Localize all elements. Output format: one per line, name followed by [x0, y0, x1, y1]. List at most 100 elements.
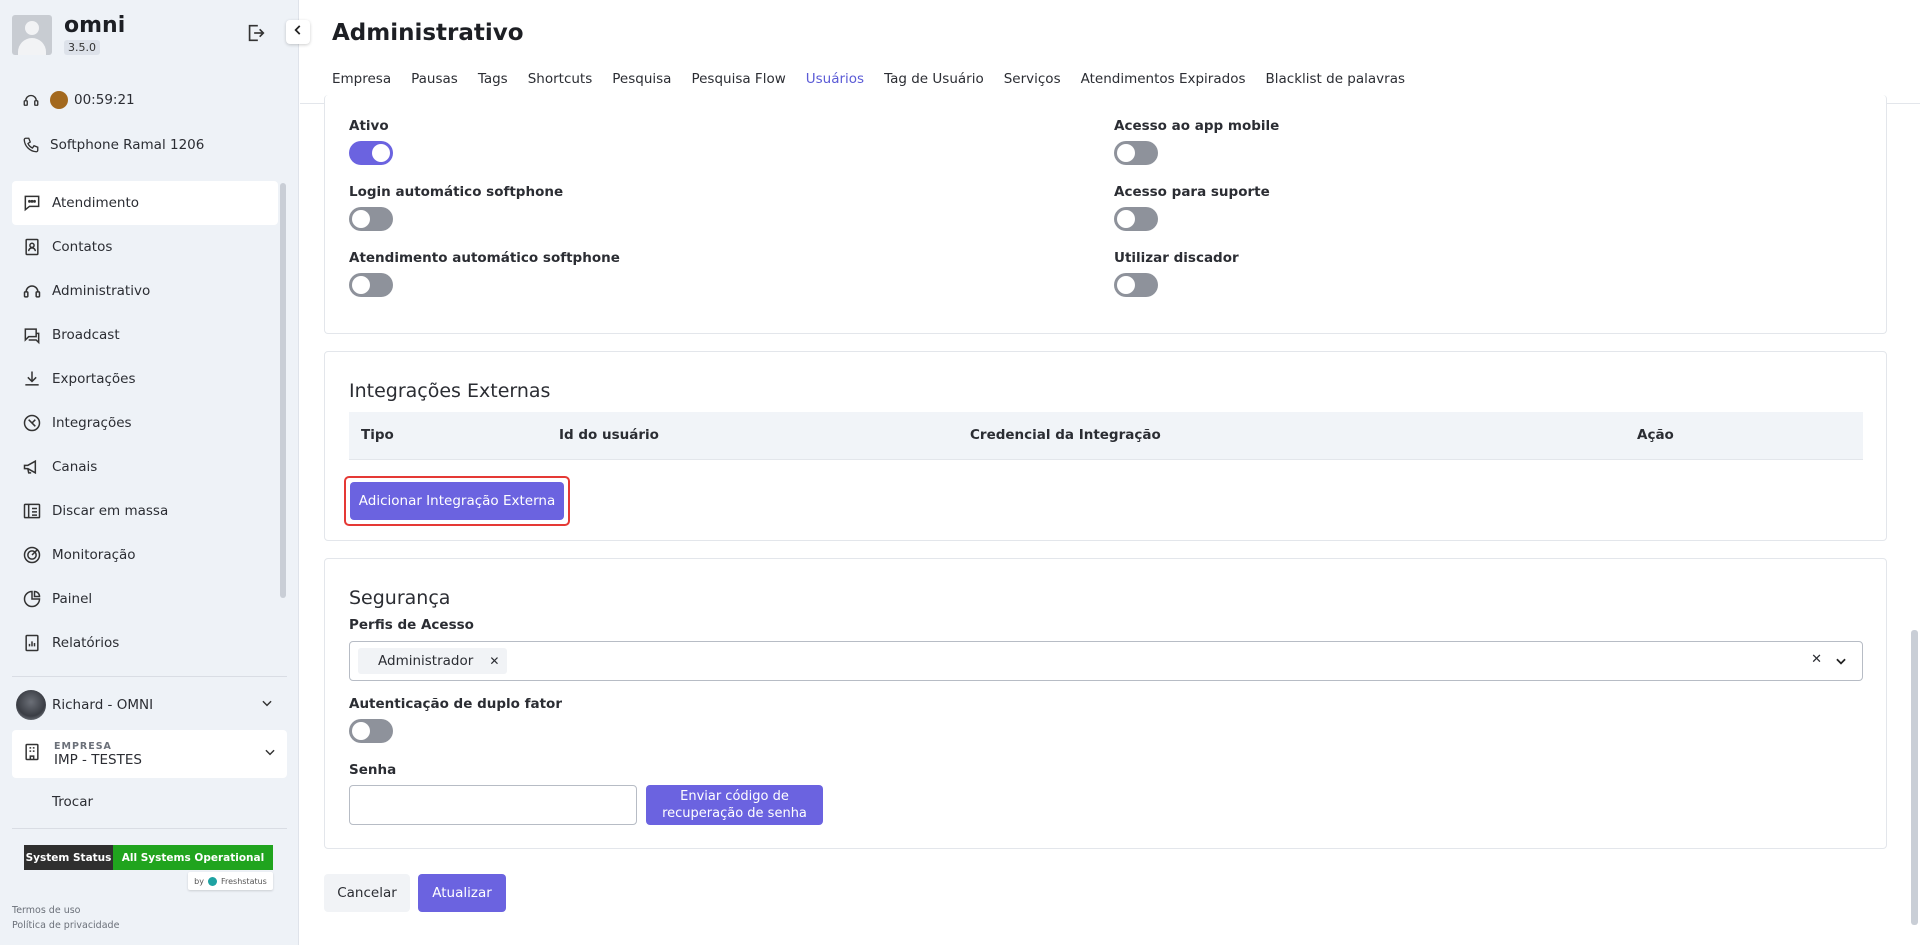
chevron-down-icon — [263, 745, 277, 763]
app-mobile-label: Acesso ao app mobile — [1114, 118, 1280, 134]
softphone-label: Softphone Ramal 1206 — [50, 137, 205, 153]
column-header: Credencial da Integração — [970, 427, 1161, 443]
pie-chart-icon — [22, 589, 42, 609]
company-label: EMPRESA — [54, 740, 112, 752]
sidebar-item-label: Relatórios — [52, 635, 120, 651]
sidebar-divider — [12, 828, 287, 829]
sidebar-item-label: Monitoração — [52, 547, 136, 563]
suporte-label: Acesso para suporte — [1114, 184, 1270, 200]
company-selector[interactable]: EMPRESA IMP - TESTES — [12, 730, 287, 778]
send-recovery-code-button[interactable]: Enviar código de recuperação de senha — [646, 785, 823, 825]
sidebar-item-label: Atendimento — [52, 195, 140, 211]
sidebar-item-relatorios[interactable]: Relatórios — [12, 621, 278, 665]
password-label: Senha — [349, 762, 397, 778]
sidebar-item-monitoracao[interactable]: Monitoração — [12, 533, 278, 577]
agent-status[interactable]: 00:59:21 — [22, 91, 135, 109]
ativo-label: Ativo — [349, 118, 389, 134]
app-mobile-toggle[interactable] — [1114, 141, 1158, 165]
privacy-link[interactable]: Política de privacidade — [12, 920, 119, 931]
chevron-left-icon — [291, 23, 305, 41]
sidebar-item-administrativo[interactable]: Administrativo — [12, 269, 278, 313]
sidebar-item-integracoes[interactable]: Integrações — [12, 401, 278, 445]
sidebar-nav: Atendimento Contatos Administrativo Broa… — [12, 181, 278, 665]
main-content: Administrativo Empresa Pausas Tags Short… — [300, 0, 1920, 945]
column-header: Id do usuário — [559, 427, 659, 443]
integrations-card: Integrações Externas Tipo Id do usuário … — [324, 351, 1887, 541]
phone-icon — [22, 136, 40, 154]
company-name: IMP - TESTES — [54, 751, 142, 768]
chevron-down-icon[interactable] — [1834, 654, 1848, 672]
status-dot — [50, 91, 68, 109]
switch-company-link[interactable]: Trocar — [52, 794, 93, 810]
atend-auto-label: Atendimento automático softphone — [349, 250, 620, 266]
profile-chip: Administrador ✕ — [358, 648, 508, 674]
ativo-toggle[interactable] — [349, 141, 393, 165]
sidebar-scrollbar[interactable] — [280, 183, 286, 598]
terms-link[interactable]: Termos de uso — [12, 905, 81, 916]
headset-icon — [22, 281, 42, 301]
atend-auto-toggle[interactable] — [349, 273, 393, 297]
profiles-select[interactable]: Administrador ✕ ✕ — [349, 641, 1863, 681]
building-icon — [22, 742, 42, 766]
page-title: Administrativo — [332, 20, 524, 46]
discador-label: Utilizar discador — [1114, 250, 1239, 266]
app-name: omni — [64, 13, 126, 38]
mass-dial-icon — [22, 501, 42, 521]
profile-chip-label: Administrador — [378, 653, 474, 669]
sidebar-item-contatos[interactable]: Contatos — [12, 225, 278, 269]
column-header: Ação — [1637, 427, 1674, 443]
softphone-row[interactable]: Softphone Ramal 1206 — [22, 136, 204, 154]
security-card: Segurança Perfis de Acesso Administrador… — [324, 558, 1887, 849]
by-label: by — [194, 876, 204, 886]
send-code-line1: Enviar código de — [680, 789, 789, 804]
logout-icon[interactable] — [245, 22, 267, 44]
sidebar-item-discar-em-massa[interactable]: Discar em massa — [12, 489, 278, 533]
chat-icon — [22, 193, 42, 213]
user-menu[interactable]: Richard - OMNI — [16, 688, 282, 722]
chevron-down-icon — [260, 696, 274, 714]
sidebar-item-label: Canais — [52, 459, 98, 475]
headset-icon — [22, 91, 40, 109]
integrations-icon — [22, 413, 42, 433]
freshstatus-icon — [207, 876, 217, 886]
reports-icon — [22, 633, 42, 653]
add-integration-highlight: Adicionar Integração Externa — [344, 476, 570, 526]
sidebar-item-canais[interactable]: Canais — [12, 445, 278, 489]
sidebar-item-label: Painel — [52, 591, 93, 607]
system-status-value: All Systems Operational — [113, 845, 273, 870]
system-status-badge[interactable]: System Status All Systems Operational — [24, 845, 273, 870]
two-factor-label: Autenticação de duplo fator — [349, 696, 562, 712]
profile-header: omni 3.5.0 — [12, 14, 125, 55]
sidebar: omni 3.5.0 00:59:21 Softphone Ramal 1206… — [0, 0, 299, 945]
main-scrollbar[interactable] — [1911, 630, 1918, 925]
password-input[interactable] — [349, 785, 637, 825]
discador-toggle[interactable] — [1114, 273, 1158, 297]
collapse-sidebar-button[interactable] — [286, 20, 310, 44]
system-status-label: System Status — [24, 845, 113, 870]
integrations-title: Integrações Externas — [349, 380, 551, 402]
login-auto-label: Login automático softphone — [349, 184, 564, 200]
version-badge: 3.5.0 — [64, 40, 100, 55]
megaphone-icon — [22, 457, 42, 477]
close-icon[interactable]: ✕ — [489, 654, 499, 668]
clear-icon[interactable]: ✕ — [1811, 652, 1822, 667]
sidebar-item-atendimento[interactable]: Atendimento — [12, 181, 278, 225]
sidebar-item-label: Integrações — [52, 415, 132, 431]
two-factor-toggle[interactable] — [349, 719, 393, 743]
sidebar-divider — [12, 676, 287, 677]
cancel-button[interactable]: Cancelar — [324, 874, 410, 912]
suporte-toggle[interactable] — [1114, 207, 1158, 231]
sidebar-item-label: Exportações — [52, 371, 136, 387]
permissions-card: Ativo Login automático softphone Atendim… — [324, 95, 1887, 334]
freshstatus-label: Freshstatus — [220, 876, 267, 886]
sidebar-item-exportacoes[interactable]: Exportações — [12, 357, 278, 401]
sidebar-item-painel[interactable]: Painel — [12, 577, 278, 621]
user-name: Richard - OMNI — [52, 697, 154, 713]
add-integration-button[interactable]: Adicionar Integração Externa — [350, 482, 564, 520]
update-button[interactable]: Atualizar — [418, 874, 506, 912]
freshstatus-credit[interactable]: by Freshstatus — [188, 872, 273, 890]
sidebar-item-broadcast[interactable]: Broadcast — [12, 313, 278, 357]
login-auto-toggle[interactable] — [349, 207, 393, 231]
broadcast-icon — [22, 325, 42, 345]
profiles-label: Perfis de Acesso — [349, 617, 474, 633]
